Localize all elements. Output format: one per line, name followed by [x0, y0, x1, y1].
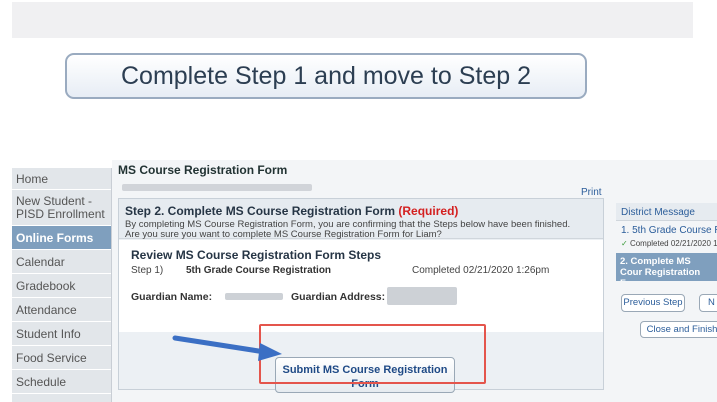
step1-completed-text: Completed 02/21/2020 1 [629, 239, 717, 248]
guardian-name-label: Guardian Name: [131, 291, 213, 303]
district-message-link[interactable]: District Message [616, 203, 717, 221]
confirm-line-2: Are you sure you want to complete MS Cou… [125, 229, 442, 240]
guardian-row: Guardian Name: Guardian Address: [131, 287, 591, 309]
step-row: Step 1) 5th Grade Course Registration Co… [131, 265, 591, 278]
checkmark-icon: ✓ [621, 239, 628, 248]
redacted-guardian-address [387, 287, 457, 305]
next-step-button[interactable]: N [699, 294, 717, 312]
sidebar-item-attendance[interactable]: Attendance [12, 298, 111, 322]
step1-completed: ✓ Completed 02/21/2020 1 [621, 239, 717, 248]
right-panel: District Message 1. 5th Grade Course Re … [616, 203, 717, 402]
highlight-box [259, 324, 486, 384]
sidebar-item-food-service[interactable]: Food Service [12, 346, 111, 370]
guardian-address-label: Guardian Address: [291, 291, 386, 303]
review-section: Review MS Course Registration Form Steps… [119, 240, 603, 332]
step1-link[interactable]: 1. 5th Grade Course Re [621, 225, 717, 236]
required-label: (Required) [398, 204, 459, 218]
step-heading: Step 2. Complete MS Course Registration … [125, 204, 597, 218]
sidebar-item-gradebook[interactable]: Gradebook [12, 274, 111, 298]
previous-step-button[interactable]: Previous Step [621, 294, 685, 312]
sidebar-item-student-info[interactable]: Student Info [12, 322, 111, 346]
step-name: 5th Grade Course Registration [186, 265, 332, 276]
print-link[interactable]: Print [581, 187, 602, 198]
redacted-guardian-name [225, 293, 283, 300]
sidebar-item-calendar[interactable]: Calendar [12, 250, 111, 274]
confirm-text: By completing MS Course Registration For… [125, 220, 597, 240]
step-panel-header: Step 2. Complete MS Course Registration … [119, 199, 603, 240]
complete-step-button[interactable]: Complete Step 1 and move to Step 2 [65, 53, 587, 99]
review-heading: Review MS Course Registration Form Steps [131, 248, 382, 262]
step-status: Completed 02/21/2020 1:26pm [412, 265, 550, 276]
page-title: MS Course Registration Form [118, 163, 288, 177]
sidebar-item-home[interactable]: Home [12, 168, 111, 190]
redacted-student-info [122, 184, 312, 191]
step-heading-text: Step 2. Complete MS Course Registration … [125, 204, 396, 218]
sidebar-item-new-student-enrollment[interactable]: New Student - PISD Enrollment [12, 190, 111, 226]
close-and-finish-button[interactable]: Close and Finish [640, 321, 717, 338]
sidebar-item-schedule[interactable]: Schedule [12, 370, 111, 394]
sidebar-item-online-forms[interactable]: Online Forms [12, 226, 111, 250]
step2-active-item[interactable]: 2. Complete MS Cour Registration Form [616, 253, 717, 281]
top-banner-band [12, 2, 693, 38]
step-label: Step 1) [131, 265, 164, 276]
sidebar-nav: Home New Student - PISD Enrollment Onlin… [12, 168, 112, 402]
